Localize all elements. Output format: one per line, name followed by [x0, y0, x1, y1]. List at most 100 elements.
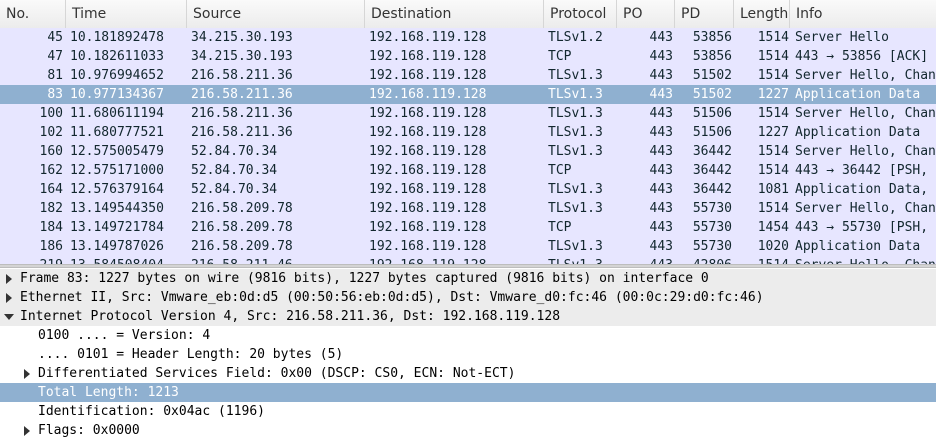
cell-time: 12.575005479 — [70, 144, 164, 159]
cell-protocol: TLSv1.3 — [548, 201, 603, 216]
cell-no: 47 — [47, 49, 63, 64]
triangle-down-icon[interactable] — [3, 307, 15, 326]
cell-po: 443 — [649, 201, 673, 216]
cell-protocol: TLSv1.3 — [548, 106, 603, 121]
cell-destination: 192.168.119.128 — [369, 106, 487, 121]
column-header-info[interactable]: Info — [790, 0, 936, 28]
cell-po: 443 — [649, 87, 673, 102]
triangle-right-icon[interactable] — [3, 288, 15, 307]
cell-po: 443 — [649, 144, 673, 159]
column-header-no[interactable]: No. — [0, 0, 66, 28]
detail-tree-item[interactable]: Internet Protocol Version 4, Src: 216.58… — [0, 307, 936, 326]
packet-row[interactable]: 100 11.680611194 216.58.211.36 192.168.119.… — [0, 104, 936, 123]
cell-protocol: TLSv1.2 — [548, 30, 603, 45]
column-header-destination[interactable]: Destination — [365, 0, 544, 28]
cell-time: 13.149787026 — [70, 239, 164, 254]
cell-pd: 42806 — [675, 256, 732, 264]
detail-tree-label: 0100 .... = Version: 4 — [38, 328, 211, 343]
cell-info: Server Hello, Change — [795, 144, 936, 159]
detail-tree-item[interactable]: Differentiated Services Field: 0x00 (DSC… — [0, 364, 936, 383]
column-header-po[interactable]: PO — [617, 0, 675, 28]
cell-info: Server Hello — [795, 30, 889, 45]
cell-time: 11.680777521 — [70, 125, 164, 140]
cell-source: 34.215.30.193 — [191, 49, 293, 64]
detail-tree-label: Ethernet II, Src: Vmware_eb:0d:d5 (00:50… — [20, 290, 764, 305]
cell-pd: 53856 — [692, 30, 732, 45]
cell-length: 1514 — [757, 68, 789, 83]
cell-destination: 192.168.119.128 — [369, 239, 487, 254]
detail-tree-item[interactable]: Identification: 0x04ac (1196) — [0, 402, 936, 421]
packet-row[interactable]: 219 13.584508404 216.58.211.46 192.168.119.… — [0, 256, 936, 264]
cell-destination: 192.168.119.128 — [369, 68, 487, 83]
cell-protocol: TLSv1.3 — [548, 239, 603, 254]
cell-protocol: TLSv1.3 — [548, 87, 603, 102]
cell-destination: 192.168.119.128 — [369, 163, 487, 178]
triangle-right-icon[interactable] — [21, 421, 33, 440]
cell-protocol: TCP — [548, 163, 572, 178]
packet-row[interactable]: 186 13.149787026 216.58.209.78 192.168.119.… — [0, 237, 936, 256]
cell-no: 219 — [0, 256, 63, 264]
cell-no: 160 — [39, 144, 63, 159]
cell-info: Server Hello, Change — [795, 68, 936, 83]
cell-destination: 192.168.119.128 — [369, 220, 487, 235]
column-header-pd[interactable]: PD — [675, 0, 734, 28]
cell-length: 1081 — [757, 182, 789, 197]
detail-tree-label: Internet Protocol Version 4, Src: 216.58… — [20, 309, 561, 324]
cell-info: Server Hello, Change — [795, 256, 936, 264]
detail-tree-label: Total Length: 1213 — [38, 385, 179, 400]
cell-info: Application Data, Ap — [795, 182, 936, 197]
cell-destination: 192.168.119.128 — [369, 49, 487, 64]
cell-info: Server Hello, Change — [795, 106, 936, 121]
column-header-source[interactable]: Source — [187, 0, 365, 28]
cell-destination: 192.168.119.128 — [369, 30, 487, 45]
cell-pd: 36442 — [692, 144, 732, 159]
cell-pd: 36442 — [692, 163, 732, 178]
cell-destination: 192.168.119.128 — [369, 182, 487, 197]
cell-length: 1514 — [757, 201, 789, 216]
packet-list[interactable]: 45 10.181892478 34.215.30.193 192.168.119.1… — [0, 28, 936, 264]
cell-time: 13.149544350 — [70, 201, 164, 216]
cell-time: 13.584508404 — [70, 256, 185, 264]
packet-details-tree[interactable]: Frame 83: 1227 bytes on wire (9816 bits)… — [0, 268, 936, 443]
detail-tree-item[interactable]: Total Length: 1213 — [0, 383, 936, 402]
cell-protocol: TLSv1.3 — [548, 68, 603, 83]
packet-row[interactable]: 81 10.976994652 216.58.211.36 192.168.119.1… — [0, 66, 936, 85]
packet-row[interactable]: 182 13.149544350 216.58.209.78 192.168.119.… — [0, 199, 936, 218]
packet-row[interactable]: 102 11.680777521 216.58.211.36 192.168.119.… — [0, 123, 936, 142]
detail-tree-item[interactable]: .... 0101 = Header Length: 20 bytes (5) — [0, 345, 936, 364]
packet-row[interactable]: 83 10.977134367 216.58.211.36 192.168.119.1… — [0, 85, 936, 104]
detail-tree-label: Identification: 0x04ac (1196) — [38, 404, 265, 419]
detail-tree-item[interactable]: 0100 .... = Version: 4 — [0, 326, 936, 345]
detail-tree-label: Frame 83: 1227 bytes on wire (9816 bits)… — [20, 271, 709, 286]
detail-tree-item[interactable]: Flags: 0x0000 — [0, 421, 936, 440]
cell-time: 11.680611194 — [70, 106, 164, 121]
cell-time: 13.149721784 — [70, 220, 164, 235]
packet-row[interactable]: 184 13.149721784 216.58.209.78 192.168.119.… — [0, 218, 936, 237]
cell-no: 100 — [39, 106, 63, 121]
cell-length: 1227 — [757, 87, 789, 102]
cell-po: 443 — [649, 30, 673, 45]
packet-row[interactable]: 162 12.575171000 52.84.70.34 192.168.119.12… — [0, 161, 936, 180]
packet-row[interactable]: 45 10.181892478 34.215.30.193 192.168.119.1… — [0, 28, 936, 47]
cell-source: 216.58.209.78 — [191, 201, 293, 216]
detail-tree-item[interactable]: Frame 83: 1227 bytes on wire (9816 bits)… — [0, 269, 936, 288]
cell-po: 443 — [649, 220, 673, 235]
cell-length: 1514 — [757, 49, 789, 64]
column-header-length[interactable]: Length — [734, 0, 790, 28]
cell-protocol: TLSv1.3 — [548, 182, 603, 197]
column-header-time[interactable]: Time — [66, 0, 187, 28]
cell-protocol: TCP — [548, 220, 572, 235]
triangle-right-icon[interactable] — [3, 269, 15, 288]
cell-no: 81 — [47, 68, 63, 83]
triangle-right-icon[interactable] — [21, 364, 33, 383]
cell-source: 216.58.209.78 — [191, 220, 293, 235]
cell-time: 10.181892478 — [70, 30, 164, 45]
detail-tree-item[interactable]: Ethernet II, Src: Vmware_eb:0d:d5 (00:50… — [0, 288, 936, 307]
cell-no: 162 — [39, 163, 63, 178]
column-header-protocol[interactable]: Protocol — [544, 0, 617, 28]
cell-protocol: TLSv1.3 — [548, 144, 603, 159]
packet-row[interactable]: 160 12.575005479 52.84.70.34 192.168.119.12… — [0, 142, 936, 161]
packet-row[interactable]: 164 12.576379164 52.84.70.34 192.168.119.12… — [0, 180, 936, 199]
packet-row[interactable]: 47 10.182611033 34.215.30.193 192.168.119.1… — [0, 47, 936, 66]
detail-tree-label: Flags: 0x0000 — [38, 423, 140, 438]
